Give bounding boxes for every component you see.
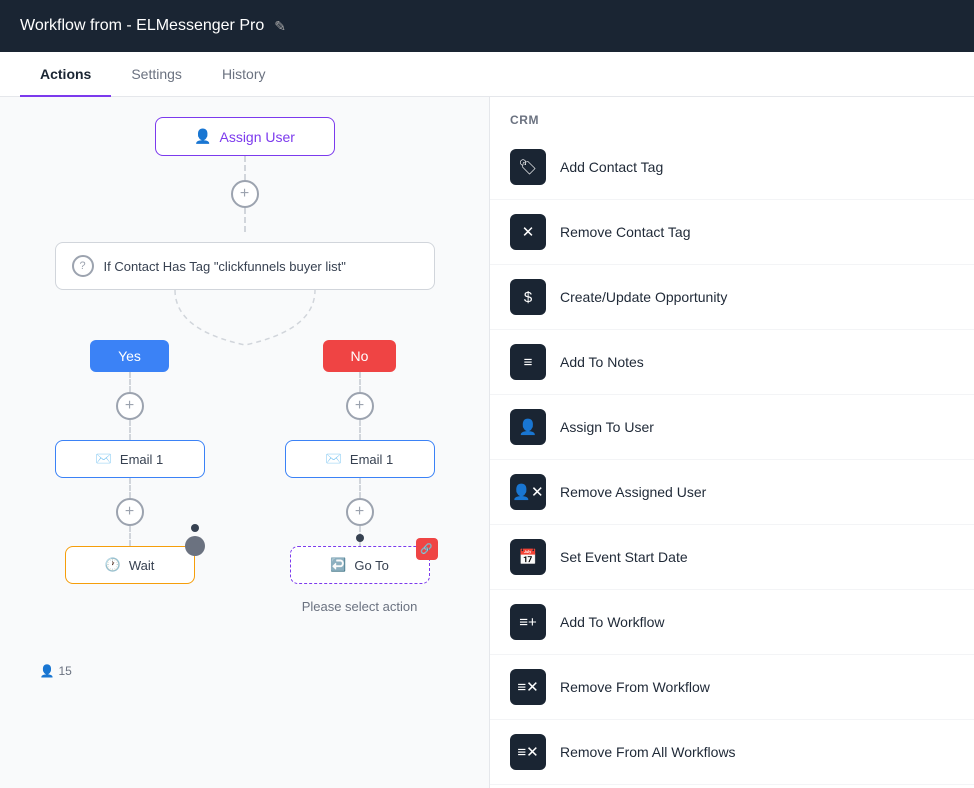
assign-user-icon: 👤 [194, 128, 211, 145]
email-node-yes[interactable]: ✉️ Email 1 [55, 440, 205, 478]
condition-text: If Contact Has Tag "clickfunnels buyer l… [104, 259, 346, 274]
no-branch: No + ✉️ Email 1 + ↩️ [285, 340, 435, 616]
tab-history[interactable]: History [202, 52, 286, 96]
condition-node[interactable]: ? If Contact Has Tag "clickfunnels buyer… [55, 242, 435, 290]
action-item-add-to-workflow[interactable]: ≡+ Add To Workflow [490, 590, 974, 655]
tab-bar: Actions Settings History [0, 52, 974, 97]
no-button[interactable]: No [323, 340, 397, 372]
please-select-container: Please select action [302, 598, 418, 616]
action-item-remove-contact-tag[interactable]: ✕ Remove Contact Tag [490, 200, 974, 265]
canvas-scroll: 👤 Assign User + ? If Contact Has Tag "cl… [0, 97, 489, 788]
add-contact-tag-label: Add Contact Tag [560, 159, 663, 175]
action-item-add-to-notes[interactable]: ≡ Add To Notes [490, 330, 974, 395]
add-node-btn-1[interactable]: + [231, 180, 259, 208]
add-to-notes-label: Add To Notes [560, 354, 644, 370]
email-node-no[interactable]: ✉️ Email 1 [285, 440, 435, 478]
tab-settings[interactable]: Settings [111, 52, 202, 96]
goto-dot [356, 534, 364, 542]
add-yes-btn[interactable]: + [116, 392, 144, 420]
remove-assigned-user-label: Remove Assigned User [560, 484, 706, 500]
remove-assigned-user-icon: 👤✕ [510, 474, 546, 510]
yes-connector-4 [129, 526, 131, 546]
action-item-assign-to-user[interactable]: 👤 Assign To User [490, 395, 974, 460]
please-select-label: Please select action [302, 599, 418, 614]
wait-wrapper: 🕐 Wait [65, 546, 195, 584]
goto-link-icon: 🔗 [416, 538, 438, 560]
wait-badge [185, 536, 205, 556]
remove-from-workflow-icon: ≡✕ [510, 669, 546, 705]
yes-button[interactable]: Yes [90, 340, 169, 372]
condition-icon: ? [72, 255, 94, 277]
action-item-remove-from-all-workflows[interactable]: ≡✕ Remove From All Workflows [490, 720, 974, 785]
remove-from-all-workflows-label: Remove From All Workflows [560, 744, 736, 760]
set-event-start-date-icon: 📅 [510, 539, 546, 575]
action-item-remove-assigned-user[interactable]: 👤✕ Remove Assigned User [490, 460, 974, 525]
add-no-btn-2[interactable]: + [346, 498, 374, 526]
goto-wrapper: ↩️ Go To 🔗 [290, 546, 430, 584]
tab-actions[interactable]: Actions [20, 52, 111, 96]
edit-icon[interactable]: ✎ [274, 18, 286, 35]
set-event-start-date-label: Set Event Start Date [560, 549, 688, 565]
workflow-canvas: 👤 Assign User + ? If Contact Has Tag "cl… [0, 97, 490, 788]
assign-to-user-icon: 👤 [510, 409, 546, 445]
yes-connector [129, 372, 131, 392]
no-connector-2 [359, 420, 361, 440]
action-item-add-contact-tag[interactable]: 🏷 Add Contact Tag [490, 135, 974, 200]
crm-section-label: CRM [490, 97, 974, 135]
email-icon-yes: ✉️ [96, 451, 112, 467]
email-icon-no: ✉️ [326, 451, 342, 467]
yes-connector-3 [129, 478, 131, 498]
wait-dot [191, 524, 199, 532]
remove-contact-tag-label: Remove Contact Tag [560, 224, 690, 240]
remove-from-all-workflows-icon: ≡✕ [510, 734, 546, 770]
wait-node[interactable]: 🕐 Wait [65, 546, 195, 584]
add-to-workflow-label: Add To Workflow [560, 614, 665, 630]
action-item-set-event-start-date[interactable]: 📅 Set Event Start Date [490, 525, 974, 590]
main-layout: 👤 Assign User + ? If Contact Has Tag "cl… [0, 97, 974, 788]
assign-user-node[interactable]: 👤 Assign User [155, 117, 335, 156]
create-update-opportunity-label: Create/Update Opportunity [560, 289, 727, 305]
wait-clock-icon: 🕐 [105, 557, 121, 573]
action-item-create-update-opportunity[interactable]: $ Create/Update Opportunity [490, 265, 974, 330]
dashed-line-2 [244, 208, 246, 232]
header-title: Workflow from - ELMessenger Pro [20, 17, 264, 35]
add-to-notes-icon: ≡ [510, 344, 546, 380]
connector-1: + [231, 156, 259, 232]
goto-icon: ↩️ [330, 557, 346, 573]
add-no-btn[interactable]: + [346, 392, 374, 420]
yes-branch: Yes + ✉️ Email 1 + 🕐 [55, 340, 205, 584]
yes-connector-2 [129, 420, 131, 440]
add-to-workflow-icon: ≡+ [510, 604, 546, 640]
header: Workflow from - ELMessenger Pro ✎ [0, 0, 974, 52]
assign-to-user-label: Assign To User [560, 419, 654, 435]
goto-node[interactable]: ↩️ Go To [290, 546, 430, 584]
add-contact-tag-icon: 🏷 [510, 149, 546, 185]
action-item-remove-from-workflow[interactable]: ≡✕ Remove From Workflow [490, 655, 974, 720]
actions-panel: CRM 🏷 Add Contact Tag ✕ Remove Contact Tag $… [490, 97, 974, 788]
remove-from-workflow-label: Remove From Workflow [560, 679, 710, 695]
remove-contact-tag-icon: ✕ [510, 214, 546, 250]
no-connector [359, 372, 361, 392]
add-yes-btn-2[interactable]: + [116, 498, 144, 526]
user-count: 15 [58, 664, 71, 678]
no-connector-3 [359, 478, 361, 498]
user-badge: 👤 15 [40, 664, 72, 678]
dashed-line-1 [244, 156, 246, 180]
create-update-opportunity-icon: $ [510, 279, 546, 315]
user-icon: 👤 [40, 664, 55, 678]
actions-list: 🏷 Add Contact Tag ✕ Remove Contact Tag $ Crea… [490, 135, 974, 788]
assign-user-label: Assign User [219, 129, 294, 145]
